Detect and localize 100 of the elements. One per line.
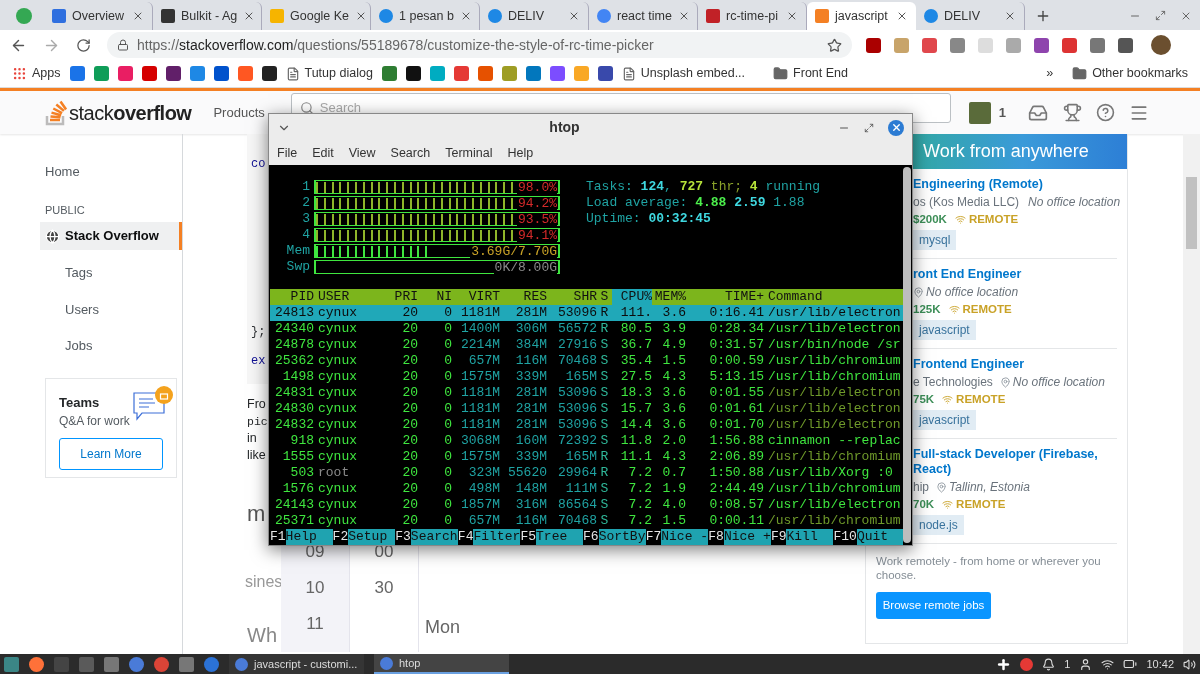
process-row[interactable]: 1576 cynux 20 0 498M 148M 111M S 7.2 1.9 2:44.49 /usr/lib/chromium: [270, 481, 903, 497]
launcher-icon[interactable]: [129, 656, 144, 672]
address-bar[interactable]: https://stackoverflow.com/questions/55189678/customize-the-style-of-rc-time-picker: [107, 32, 852, 58]
extension-icon[interactable]: [950, 37, 965, 53]
column-header[interactable]: NI: [418, 289, 452, 305]
process-row[interactable]: 1555 cynux 20 0 1575M 339M 165M R 11.1 4.3 2:06.89 /usr/lib/chromium: [270, 449, 903, 465]
taskbar-window[interactable]: htop: [374, 654, 509, 674]
user-avatar[interactable]: [968, 101, 991, 124]
launcher-icon[interactable]: [29, 656, 44, 672]
column-header[interactable]: S: [597, 289, 612, 305]
nav-link[interactable]: Tags: [40, 259, 182, 287]
new-tab-icon[interactable]: [1035, 8, 1051, 24]
process-row[interactable]: 918 cynux 20 0 3068M 160M 72392 S 11.8 2.0 1:56.88 cinnamon --replac: [270, 433, 903, 449]
column-header[interactable]: TIME+: [686, 289, 764, 305]
close-icon[interactable]: [786, 10, 798, 22]
add-icon[interactable]: [996, 656, 1012, 672]
process-row[interactable]: 24831 cynux 20 0 1181M 281M 53096 S 18.3 3.6 0:01.55 /usr/lib/electron: [270, 385, 903, 401]
close-icon[interactable]: [896, 10, 908, 22]
profile-avatar[interactable]: [1151, 35, 1171, 55]
column-header[interactable]: Command: [764, 289, 903, 305]
nav-link[interactable]: Stack Overflow: [40, 222, 182, 250]
menu-item[interactable]: Terminal: [445, 143, 493, 163]
launcher-icon[interactable]: [204, 656, 219, 672]
process-row[interactable]: 24878 cynux 20 0 2214M 384M 27916 S 36.7 4.9 0:31.57 /usr/bin/node /sr: [270, 337, 903, 353]
process-row[interactable]: 24143 cynux 20 0 1857M 316M 86564 S 7.2 4.0 0:08.57 /usr/lib/electron: [270, 497, 903, 513]
tag[interactable]: javascript: [913, 410, 976, 430]
maximize-icon[interactable]: [864, 122, 874, 133]
scrollbar-thumb[interactable]: [1186, 177, 1197, 249]
column-header[interactable]: SHR: [547, 289, 597, 305]
bookmark[interactable]: Apps: [12, 64, 61, 83]
menu-item[interactable]: File: [277, 143, 298, 163]
site-logo[interactable]: stackoverflow: [45, 97, 192, 128]
user-icon[interactable]: [1079, 657, 1093, 671]
column-header[interactable]: PRI: [378, 289, 418, 305]
menu-item[interactable]: Search: [390, 143, 431, 163]
extension-icon[interactable]: [1062, 37, 1077, 53]
bookmark-icon[interactable]: [165, 66, 181, 81]
hour-option[interactable]: 10: [305, 578, 325, 598]
extension-icon[interactable]: [922, 37, 937, 53]
hour-option[interactable]: 11: [306, 614, 324, 634]
bookmark[interactable]: Tutup dialog: [285, 64, 373, 83]
tag[interactable]: node.js: [913, 515, 964, 535]
launcher-icon[interactable]: [4, 656, 19, 672]
launcher-icon[interactable]: [154, 656, 169, 672]
process-row[interactable]: 24830 cynux 20 0 1181M 281M 53096 S 15.7 3.6 0:01.61 /usr/lib/electron: [270, 401, 903, 417]
update-icon[interactable]: [1020, 657, 1034, 671]
column-header[interactable]: PID: [270, 289, 314, 305]
volume-icon[interactable]: [1183, 657, 1196, 671]
process-row[interactable]: 24340 cynux 20 0 1400M 306M 56572 R 80.5 3.9 0:28.34 /usr/lib/electron: [270, 321, 903, 337]
wifi-icon[interactable]: [1101, 657, 1115, 671]
column-header[interactable]: MEM%: [652, 289, 686, 305]
close-icon[interactable]: [1180, 10, 1192, 22]
bookmark[interactable]: Unsplash embed...: [621, 64, 746, 83]
close-icon[interactable]: [888, 119, 904, 136]
tag[interactable]: mysql: [913, 230, 957, 250]
launcher-icon[interactable]: [179, 656, 194, 672]
nav-link[interactable]: Users: [40, 295, 182, 323]
launcher-icon[interactable]: [104, 656, 119, 672]
job-title-link[interactable]: ront End Engineer: [913, 267, 1117, 282]
column-header[interactable]: RES: [500, 289, 547, 305]
bookmark-icon[interactable]: [405, 66, 421, 81]
column-header[interactable]: VIRT: [452, 289, 500, 305]
menu-item[interactable]: Help: [507, 143, 534, 163]
process-row[interactable]: 25362 cynux 20 0 657M 116M 70468 S 35.4 1.5 0:00.59 /usr/lib/chromium: [270, 353, 903, 369]
close-icon[interactable]: [132, 10, 144, 22]
help-icon[interactable]: [1096, 103, 1115, 122]
close-icon[interactable]: [568, 10, 580, 22]
menu-item[interactable]: Edit: [312, 143, 334, 163]
tag[interactable]: javascript: [913, 320, 976, 340]
process-row[interactable]: 503 root 20 0 323M 55620 29964 R 7.2 0.7 1:50.88 /usr/lib/Xorg :0: [270, 465, 903, 481]
notification-icon[interactable]: [1042, 657, 1056, 671]
extension-icon[interactable]: [1090, 37, 1105, 53]
bookmark-star-icon[interactable]: [827, 37, 842, 53]
browser-tab[interactable]: javascript: [807, 2, 916, 30]
products-link[interactable]: Products: [213, 102, 265, 123]
process-row[interactable]: 1498 cynux 20 0 1575M 339M 165M S 27.5 4.3 5:13.15 /usr/lib/chromium: [270, 369, 903, 385]
extension-icon[interactable]: [1034, 37, 1049, 53]
bookmark[interactable]: Front End: [773, 64, 848, 83]
menu-item[interactable]: View: [348, 143, 376, 163]
column-header[interactable]: CPU%: [612, 289, 652, 305]
process-row[interactable]: 24832 cynux 20 0 1181M 281M 53096 S 14.4 3.6 0:01.70 /usr/lib/electron: [270, 417, 903, 433]
extension-icon[interactable]: [1118, 37, 1133, 53]
process-row[interactable]: 25371 cynux 20 0 657M 116M 70468 S 7.2 1.5 0:00.11 /usr/lib/chromium: [270, 513, 903, 529]
bookmark-icon[interactable]: [597, 66, 613, 81]
battery-icon[interactable]: [1123, 657, 1138, 671]
nav-link[interactable]: Home: [40, 158, 182, 186]
nav-link[interactable]: Jobs: [40, 332, 182, 360]
taskbar-window[interactable]: javascript - customi...: [229, 654, 364, 674]
job-title-link[interactable]: Frontend Engineer: [913, 357, 1117, 372]
minute-option[interactable]: 30: [374, 578, 394, 598]
bookmark[interactable]: Other bookmarks: [1072, 64, 1188, 83]
extension-icon[interactable]: [866, 37, 881, 53]
learn-more-button[interactable]: Learn More: [59, 438, 163, 470]
job-title-link[interactable]: Full-stack Developer (Firebase, React): [913, 447, 1117, 477]
job-title-link[interactable]: Engineering (Remote): [913, 177, 1117, 192]
overflow-chevron[interactable]: »: [1046, 64, 1054, 83]
column-header[interactable]: USER: [314, 289, 378, 305]
maximize-icon[interactable]: [1155, 10, 1166, 21]
process-row[interactable]: 24813 cynux 20 0 1181M 281M 53096 R 111. 3.6 0:16.41 /usr/lib/electron: [270, 305, 903, 321]
trophy-icon[interactable]: [1063, 103, 1082, 122]
